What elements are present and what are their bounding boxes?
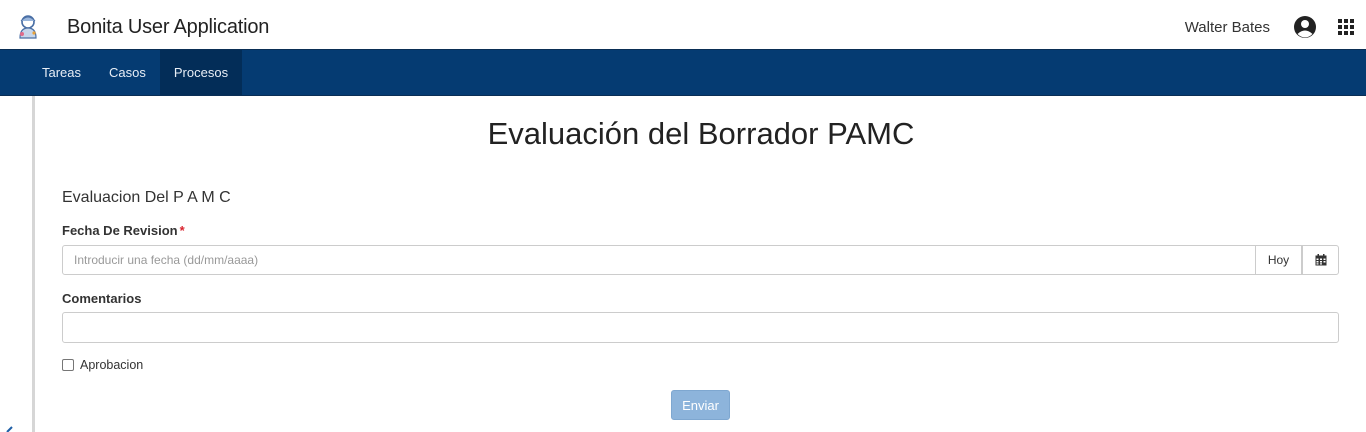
section-title: Evaluacion Del P A M C (62, 189, 231, 206)
expand-panel-icon[interactable] (4, 422, 14, 432)
aprobacion-checkbox[interactable] (62, 359, 74, 371)
calendar-button[interactable] (1302, 245, 1339, 275)
fecha-label-text: Fecha De Revision (62, 223, 178, 238)
page-title: Evaluación del Borrador PAMC (487, 116, 915, 151)
submit-button[interactable]: Enviar (671, 390, 730, 420)
aprobacion-row: Aprobacion (62, 358, 143, 372)
form-container: Evaluación del Borrador PAMC Evaluacion … (36, 96, 1366, 432)
nav-item-casos[interactable]: Casos (95, 50, 160, 95)
user-circle-icon[interactable] (1293, 15, 1317, 39)
calendar-icon (1315, 254, 1326, 266)
bonita-logo-icon[interactable] (14, 12, 42, 40)
apps-grid-icon[interactable] (1338, 19, 1354, 35)
app-header: Bonita User Application Walter Bates (0, 0, 1366, 50)
today-button[interactable]: Hoy (1256, 245, 1302, 275)
comentarios-label: Comentarios (62, 291, 142, 306)
user-name[interactable]: Walter Bates (1185, 19, 1270, 36)
app-title[interactable]: Bonita User Application (67, 16, 269, 39)
required-marker: * (179, 223, 185, 238)
side-panel-divider[interactable] (32, 96, 35, 432)
main-navbar: Tareas Casos Procesos (0, 49, 1366, 96)
fecha-input[interactable] (62, 245, 1256, 275)
fecha-date-picker: Hoy (62, 245, 1339, 275)
aprobacion-label[interactable]: Aprobacion (80, 358, 143, 372)
comentarios-input[interactable] (62, 312, 1339, 343)
fecha-label: Fecha De Revision * (62, 223, 185, 238)
nav-item-procesos[interactable]: Procesos (159, 50, 243, 95)
nav-item-tareas[interactable]: Tareas (28, 50, 95, 95)
